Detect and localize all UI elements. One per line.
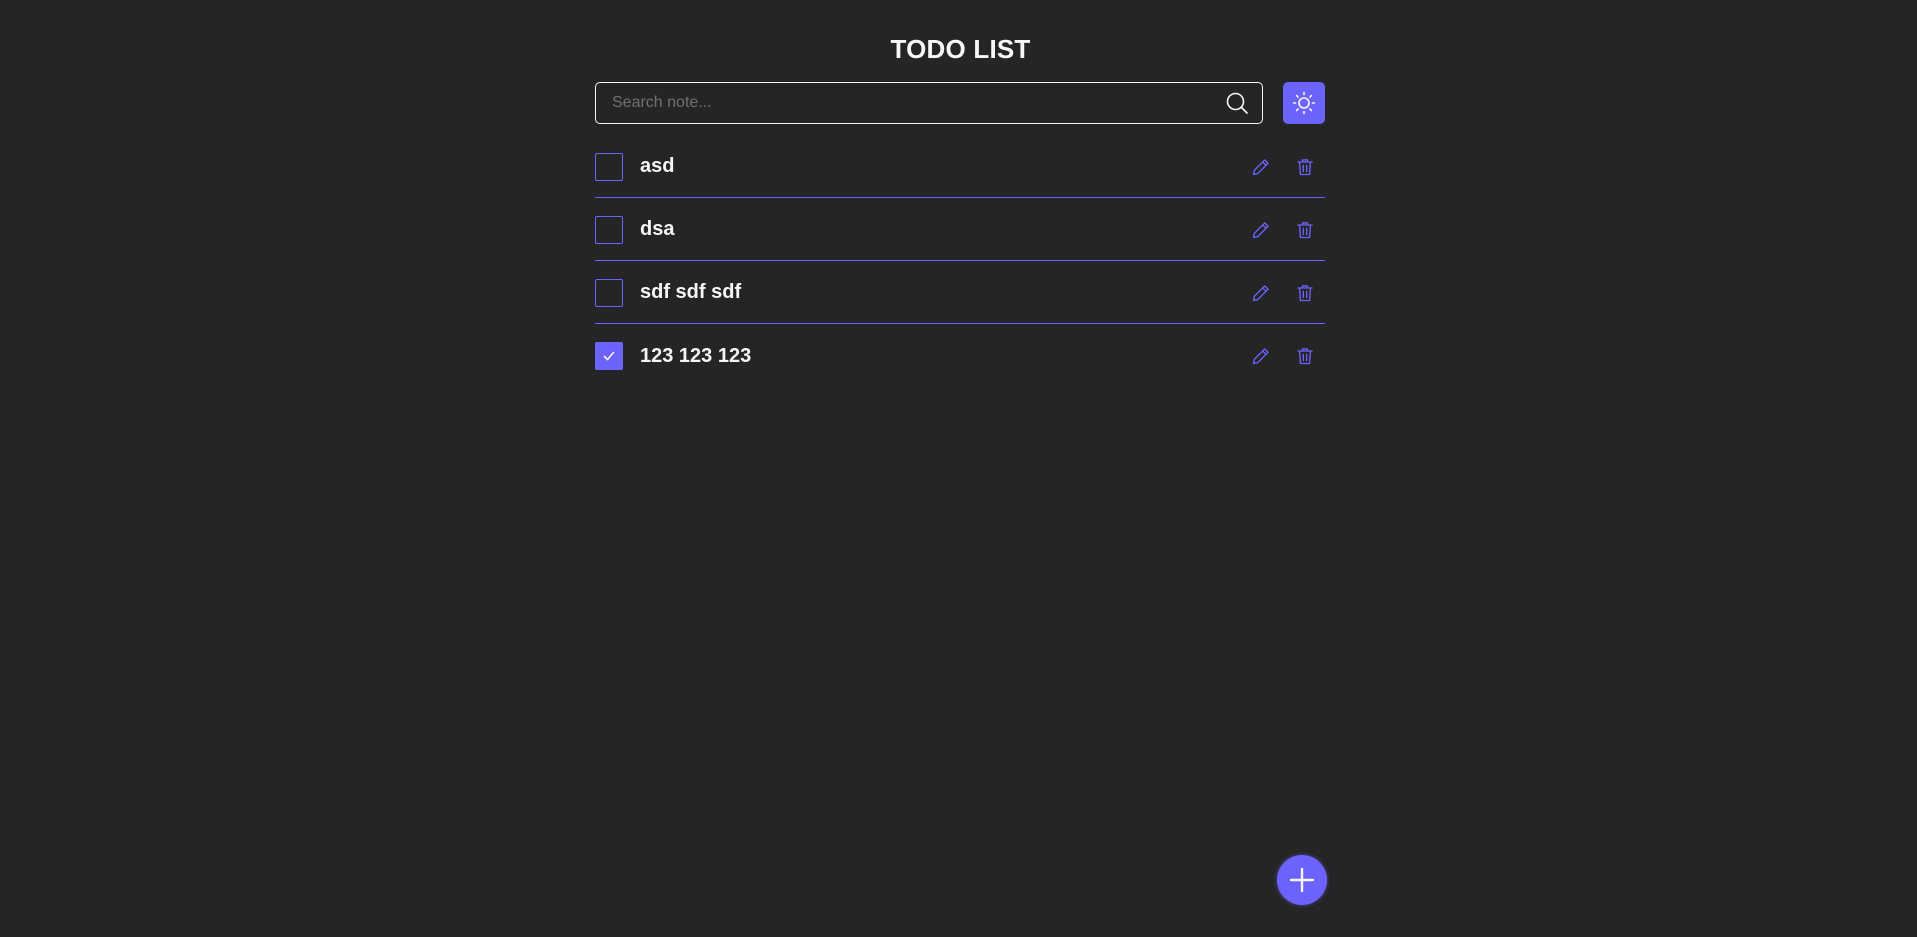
- todo-label: dsa: [640, 218, 675, 240]
- pencil-icon[interactable]: [1249, 155, 1273, 179]
- trash-icon[interactable]: [1293, 281, 1317, 305]
- search-input[interactable]: [596, 83, 1224, 123]
- add-note-button[interactable]: [1277, 855, 1327, 905]
- todo-checkbox[interactable]: [595, 342, 623, 370]
- todo-actions: [1249, 155, 1317, 179]
- plus-icon: [1287, 865, 1317, 895]
- search-icon[interactable]: [1224, 90, 1250, 116]
- trash-icon[interactable]: [1293, 155, 1317, 179]
- todo-label: 123 123 123: [640, 344, 752, 367]
- trash-icon[interactable]: [1293, 218, 1317, 242]
- todo-app: TODO LIST asddsasdf sdf sdf123: [0, 0, 1917, 937]
- todo-checkbox[interactable]: [595, 152, 623, 181]
- todo-item: asd: [595, 136, 1325, 198]
- todo-checkbox[interactable]: [595, 278, 623, 307]
- search-box: [595, 82, 1263, 124]
- todo-actions: [1249, 218, 1317, 242]
- todo-checkbox[interactable]: [595, 215, 623, 244]
- todo-actions: [1249, 281, 1317, 305]
- todo-label: asd: [640, 155, 675, 177]
- pencil-icon[interactable]: [1249, 218, 1273, 242]
- sun-icon: [1292, 91, 1316, 115]
- pencil-icon[interactable]: [1249, 281, 1273, 305]
- todo-actions: [1249, 344, 1317, 368]
- checkmark-icon: [601, 348, 617, 364]
- pencil-icon[interactable]: [1249, 344, 1273, 368]
- todo-item: 123 123 123: [595, 325, 1325, 387]
- todo-list: asd dsa sdf sdf sdf 123 123 123: [595, 136, 1325, 388]
- page-title: TODO LIST: [890, 34, 1031, 64]
- todo-label: sdf sdf sdf: [640, 281, 742, 303]
- theme-toggle-button[interactable]: [1283, 82, 1325, 124]
- trash-icon[interactable]: [1293, 344, 1317, 368]
- todo-item: sdf sdf sdf: [595, 262, 1325, 324]
- todo-item: dsa: [595, 199, 1325, 261]
